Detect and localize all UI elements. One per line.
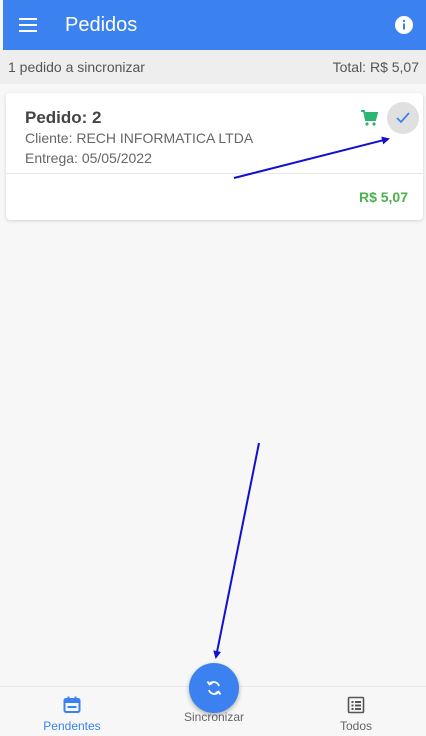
sync-button[interactable] (189, 663, 239, 713)
menu-button[interactable] (16, 13, 40, 37)
list-icon (347, 696, 365, 714)
pending-count-text: 1 pedido a sincronizar (8, 59, 145, 75)
card-divider (6, 173, 423, 174)
nav-pendentes-label: Pendentes (43, 719, 101, 733)
select-order-button[interactable] (387, 102, 419, 134)
annotation-arrow-to-sync (213, 442, 260, 659)
cart-icon (361, 110, 378, 126)
sync-icon (206, 681, 222, 695)
sync-summary-bar: 1 pedido a sincronizar Total: R$ 5,07 (0, 50, 426, 84)
info-icon (395, 16, 413, 34)
order-total: R$ 5,07 (358, 189, 408, 205)
app-bar: Pedidos (3, 0, 426, 50)
nav-pendentes[interactable]: Pendentes (22, 687, 122, 736)
nav-todos[interactable]: Todos (306, 687, 406, 736)
total-text: Total: R$ 5,07 (332, 59, 419, 75)
page-title: Pedidos (65, 13, 138, 36)
calendar-icon (63, 696, 81, 713)
order-card[interactable]: Pedido: 2 Cliente: RECH INFORMATICA LTDA… (6, 93, 423, 220)
nav-todos-label: Todos (339, 719, 373, 733)
info-button[interactable] (394, 15, 414, 35)
order-client: Cliente: RECH INFORMATICA LTDA (25, 130, 254, 146)
order-number: Pedido: 2 (25, 108, 102, 127)
menu-icon (19, 18, 37, 32)
order-delivery-date: Entrega: 05/05/2022 (25, 150, 152, 166)
check-icon (396, 112, 410, 124)
